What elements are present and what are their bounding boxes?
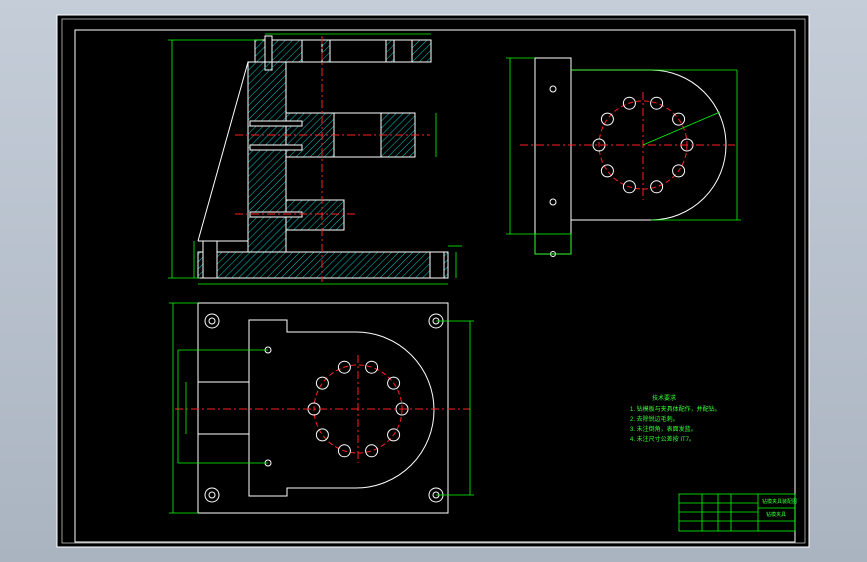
plate-bushing-left xyxy=(301,39,323,63)
base-plate xyxy=(197,251,449,279)
notes-title: 技术要求 xyxy=(652,396,677,402)
base-bolt-left xyxy=(202,240,218,279)
note-line: 3. 未注倒角，表面发蓝。 xyxy=(630,427,697,433)
drawing-code: 钻模夹具 xyxy=(766,512,787,518)
note-line: 1. 钻模板与夹具体配作，并配钻。 xyxy=(630,407,721,413)
column xyxy=(247,61,287,253)
drawing-canvas[interactable] xyxy=(0,0,867,562)
cad-viewport[interactable]: 技术要求 1. 钻模板与夹具体配作，并配钻。 2. 去除锐边毛刺。 3. 未注倒… xyxy=(0,0,867,562)
base-bolt-right xyxy=(429,251,445,279)
side-column xyxy=(534,57,572,255)
upper-block-gap xyxy=(333,112,382,158)
plate-hole xyxy=(329,39,387,63)
plate-bushing-right xyxy=(393,39,413,63)
note-line: 2. 去除锐边毛刺。 xyxy=(630,417,679,423)
drawing-name: 钻模夹具装配图 xyxy=(762,499,798,505)
screw-upper-2 xyxy=(249,144,303,151)
note-line: 4. 未注尺寸公差按 IT7。 xyxy=(630,437,696,443)
screw-upper-1 xyxy=(249,120,303,127)
drawing-sheet xyxy=(56,14,810,548)
